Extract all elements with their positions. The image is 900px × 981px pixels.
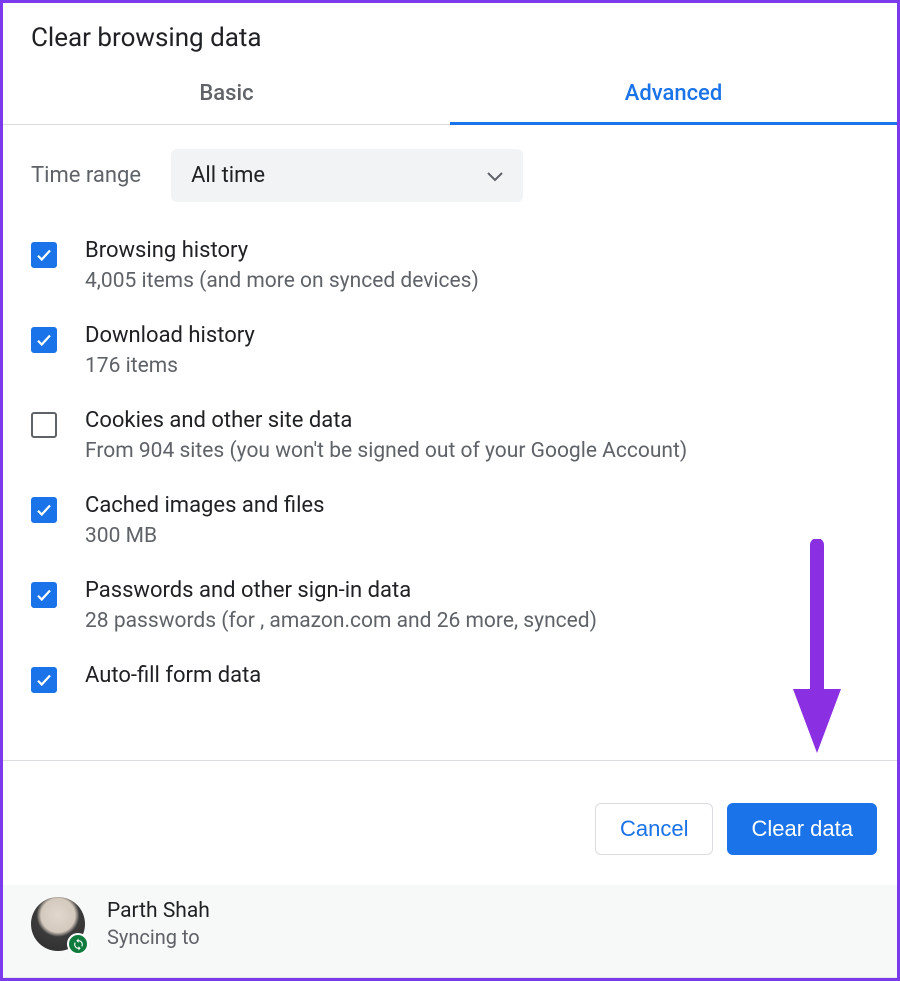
option-title: Cookies and other site data <box>85 408 687 433</box>
option-cached: Cached images and files 300 MB <box>31 493 869 548</box>
time-range-select[interactable]: All time <box>171 149 523 202</box>
checkbox-browsing-history[interactable] <box>31 242 57 268</box>
checkbox-passwords[interactable] <box>31 582 57 608</box>
option-browsing-history: Browsing history 4,005 items (and more o… <box>31 238 869 293</box>
sync-icon <box>67 933 89 955</box>
option-title: Passwords and other sign-in data <box>85 578 597 603</box>
time-range-value: All time <box>191 163 265 188</box>
profile-text: Parth Shah Syncing to <box>107 899 210 949</box>
option-text: Browsing history 4,005 items (and more o… <box>85 238 479 293</box>
option-text: Passwords and other sign-in data 28 pass… <box>85 578 597 633</box>
option-text: Download history 176 items <box>85 323 255 378</box>
profile-name: Parth Shah <box>107 899 210 923</box>
checkbox-download-history[interactable] <box>31 327 57 353</box>
dialog-title: Clear browsing data <box>3 3 897 63</box>
option-title: Cached images and files <box>85 493 324 518</box>
profile-status: Syncing to <box>107 925 210 949</box>
option-passwords: Passwords and other sign-in data 28 pass… <box>31 578 869 633</box>
option-title: Download history <box>85 323 255 348</box>
option-text: Cached images and files 300 MB <box>85 493 324 548</box>
avatar <box>31 897 85 951</box>
dialog-content: Time range All time Browsing history 4,0… <box>3 125 897 760</box>
profile-section: Parth Shah Syncing to <box>3 885 897 978</box>
options-list: Browsing history 4,005 items (and more o… <box>31 238 869 693</box>
cancel-button[interactable]: Cancel <box>595 803 713 855</box>
clear-data-button[interactable]: Clear data <box>727 803 877 855</box>
dialog-button-row: Cancel Clear data <box>3 760 897 885</box>
option-title: Auto-fill form data <box>85 663 261 688</box>
option-autofill: Auto-fill form data <box>31 663 869 693</box>
option-cookies: Cookies and other site data From 904 sit… <box>31 408 869 463</box>
option-text: Auto-fill form data <box>85 663 261 688</box>
option-text: Cookies and other site data From 904 sit… <box>85 408 687 463</box>
option-desc: 4,005 items (and more on synced devices) <box>85 269 479 293</box>
tab-advanced[interactable]: Advanced <box>450 63 897 124</box>
checkbox-cached[interactable] <box>31 497 57 523</box>
option-desc: 176 items <box>85 354 255 378</box>
chevron-down-icon <box>487 163 503 188</box>
checkbox-cookies[interactable] <box>31 412 57 438</box>
option-desc: 28 passwords (for , amazon.com and 26 mo… <box>85 609 597 633</box>
time-range-row: Time range All time <box>31 149 869 202</box>
tab-basic[interactable]: Basic <box>3 63 450 124</box>
option-desc: From 904 sites (you won't be signed out … <box>85 439 687 463</box>
option-title: Browsing history <box>85 238 479 263</box>
option-download-history: Download history 176 items <box>31 323 869 378</box>
time-range-label: Time range <box>31 163 141 188</box>
tabs: Basic Advanced <box>3 63 897 125</box>
checkbox-autofill[interactable] <box>31 667 57 693</box>
option-desc: 300 MB <box>85 524 324 548</box>
